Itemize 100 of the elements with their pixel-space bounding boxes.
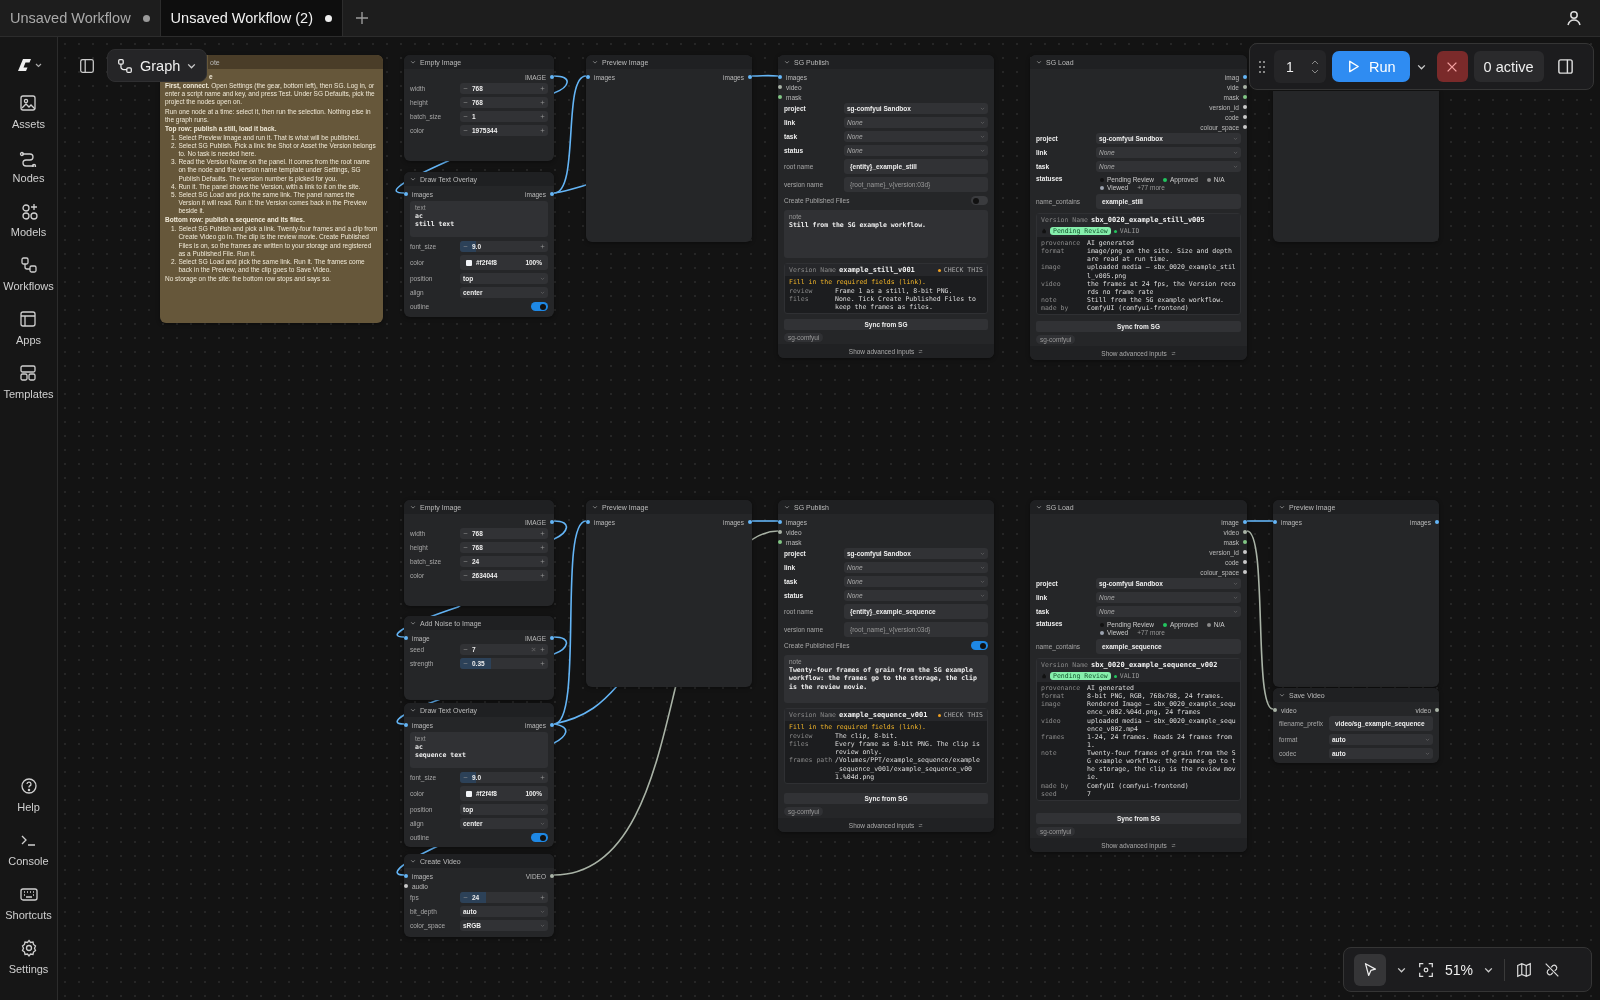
collapse-caret-icon[interactable] [1036, 504, 1042, 510]
input-socket-icon[interactable] [1273, 520, 1277, 524]
minus-icon[interactable] [463, 128, 468, 133]
plus-icon[interactable] [540, 128, 545, 133]
input-socket-icon[interactable] [586, 75, 590, 79]
minus-icon[interactable] [463, 114, 468, 119]
color-swatch-icon[interactable] [466, 259, 472, 266]
minus-icon[interactable] [463, 573, 468, 578]
graph-mode-button[interactable]: Graph [107, 49, 207, 82]
sidebar-label[interactable]: Nodes [12, 172, 45, 184]
sidebar-label[interactable]: Workflows [3, 280, 54, 292]
plus-icon[interactable] [540, 244, 545, 249]
output-socket-icon[interactable] [1243, 125, 1247, 129]
minus-icon[interactable] [463, 647, 468, 652]
sidebar-label[interactable]: Console [8, 855, 49, 867]
pointer-tool-button[interactable] [1354, 953, 1386, 986]
image-icon[interactable] [18, 93, 39, 113]
collapse-caret-icon[interactable] [1036, 59, 1042, 65]
fit-view-icon[interactable] [1417, 960, 1435, 979]
toggle-switch[interactable] [531, 833, 548, 842]
output-socket-icon[interactable] [1243, 520, 1247, 524]
collapse-caret-icon[interactable] [410, 59, 416, 65]
color-swatch-icon[interactable] [466, 790, 472, 797]
minus-icon[interactable] [463, 86, 468, 91]
node-card[interactable] [1030, 55, 1247, 360]
panel-icon[interactable] [1555, 57, 1575, 76]
plus-icon[interactable] [540, 559, 545, 564]
node-card[interactable] [1030, 500, 1247, 852]
minus-icon[interactable] [463, 559, 468, 564]
toggle-switch[interactable] [971, 196, 988, 205]
toggle-switch[interactable] [531, 302, 548, 311]
output-socket-icon[interactable] [1243, 85, 1247, 89]
plus-icon[interactable] [540, 86, 545, 91]
input-socket-icon[interactable] [404, 636, 408, 640]
collapse-caret-icon[interactable] [410, 707, 416, 713]
plus-icon[interactable] [540, 661, 545, 666]
input-socket-icon[interactable] [778, 520, 782, 524]
input-socket-icon[interactable] [404, 723, 408, 727]
drag-handle-icon[interactable] [1258, 58, 1266, 75]
apps-icon[interactable] [18, 309, 39, 329]
output-socket-icon[interactable] [550, 192, 554, 196]
output-socket-icon[interactable] [550, 874, 554, 878]
output-socket-icon[interactable] [1243, 115, 1247, 119]
cancel-button[interactable] [1436, 51, 1468, 82]
shuffle-icon[interactable] [531, 647, 536, 652]
plus-icon[interactable] [540, 545, 545, 550]
input-socket-icon[interactable] [778, 540, 782, 544]
input-socket-icon[interactable] [586, 520, 590, 524]
minus-icon[interactable] [463, 244, 468, 249]
collapse-caret-icon[interactable] [592, 59, 598, 65]
sidebar-label[interactable]: Settings [8, 963, 49, 975]
output-socket-icon[interactable] [1243, 540, 1247, 544]
node-card[interactable] [778, 55, 994, 358]
collapse-caret-icon[interactable] [410, 858, 416, 864]
output-socket-icon[interactable] [1243, 95, 1247, 99]
plus-icon[interactable] [540, 100, 545, 105]
output-socket-icon[interactable] [550, 75, 554, 79]
input-socket-icon[interactable] [404, 884, 408, 888]
collapse-caret-icon[interactable] [410, 620, 416, 626]
collapse-caret-icon[interactable] [410, 504, 416, 510]
minus-icon[interactable] [463, 895, 468, 900]
sidebar-label[interactable]: Help [17, 801, 40, 813]
zoom-level[interactable]: 51% [1445, 961, 1474, 978]
help-icon[interactable] [18, 776, 39, 796]
sidebar-label[interactable]: Models [10, 226, 47, 238]
collapse-caret-icon[interactable] [1279, 504, 1285, 510]
input-socket-icon[interactable] [404, 874, 408, 878]
map-icon[interactable] [1515, 960, 1534, 979]
output-socket-icon[interactable] [550, 520, 554, 524]
sidebar-label[interactable]: Templates [3, 388, 54, 400]
minus-icon[interactable] [463, 775, 468, 780]
minus-icon[interactable] [463, 545, 468, 550]
output-socket-icon[interactable] [1243, 105, 1247, 109]
collapse-caret-icon[interactable] [784, 59, 790, 65]
plus-icon[interactable] [540, 895, 545, 900]
sidebar-label[interactable]: Shortcuts [5, 909, 52, 921]
output-socket-icon[interactable] [550, 636, 554, 640]
workflows-icon[interactable] [18, 255, 39, 275]
output-socket-icon[interactable] [1243, 75, 1247, 79]
batch-count-field[interactable]: 1 [1274, 50, 1326, 83]
output-socket-icon[interactable] [1243, 570, 1247, 574]
output-socket-icon[interactable] [1435, 708, 1439, 712]
output-socket-icon[interactable] [1243, 560, 1247, 564]
output-socket-icon[interactable] [1435, 520, 1439, 524]
workflow-tab[interactable]: Unsaved Workflow (2) [160, 0, 343, 36]
collapse-caret-icon[interactable] [784, 504, 790, 510]
input-socket-icon[interactable] [778, 95, 782, 99]
minus-icon[interactable] [463, 531, 468, 536]
input-socket-icon[interactable] [404, 192, 408, 196]
node-card[interactable] [1273, 91, 1439, 242]
collapse-caret-icon[interactable] [1279, 692, 1285, 698]
input-socket-icon[interactable] [778, 85, 782, 89]
output-socket-icon[interactable] [748, 75, 752, 79]
user-icon[interactable] [1564, 8, 1584, 28]
input-socket-icon[interactable] [778, 530, 782, 534]
output-socket-icon[interactable] [550, 723, 554, 727]
output-socket-icon[interactable] [1243, 550, 1247, 554]
output-socket-icon[interactable] [1243, 530, 1247, 534]
node-card[interactable] [778, 500, 994, 832]
templates-icon[interactable] [18, 363, 39, 383]
